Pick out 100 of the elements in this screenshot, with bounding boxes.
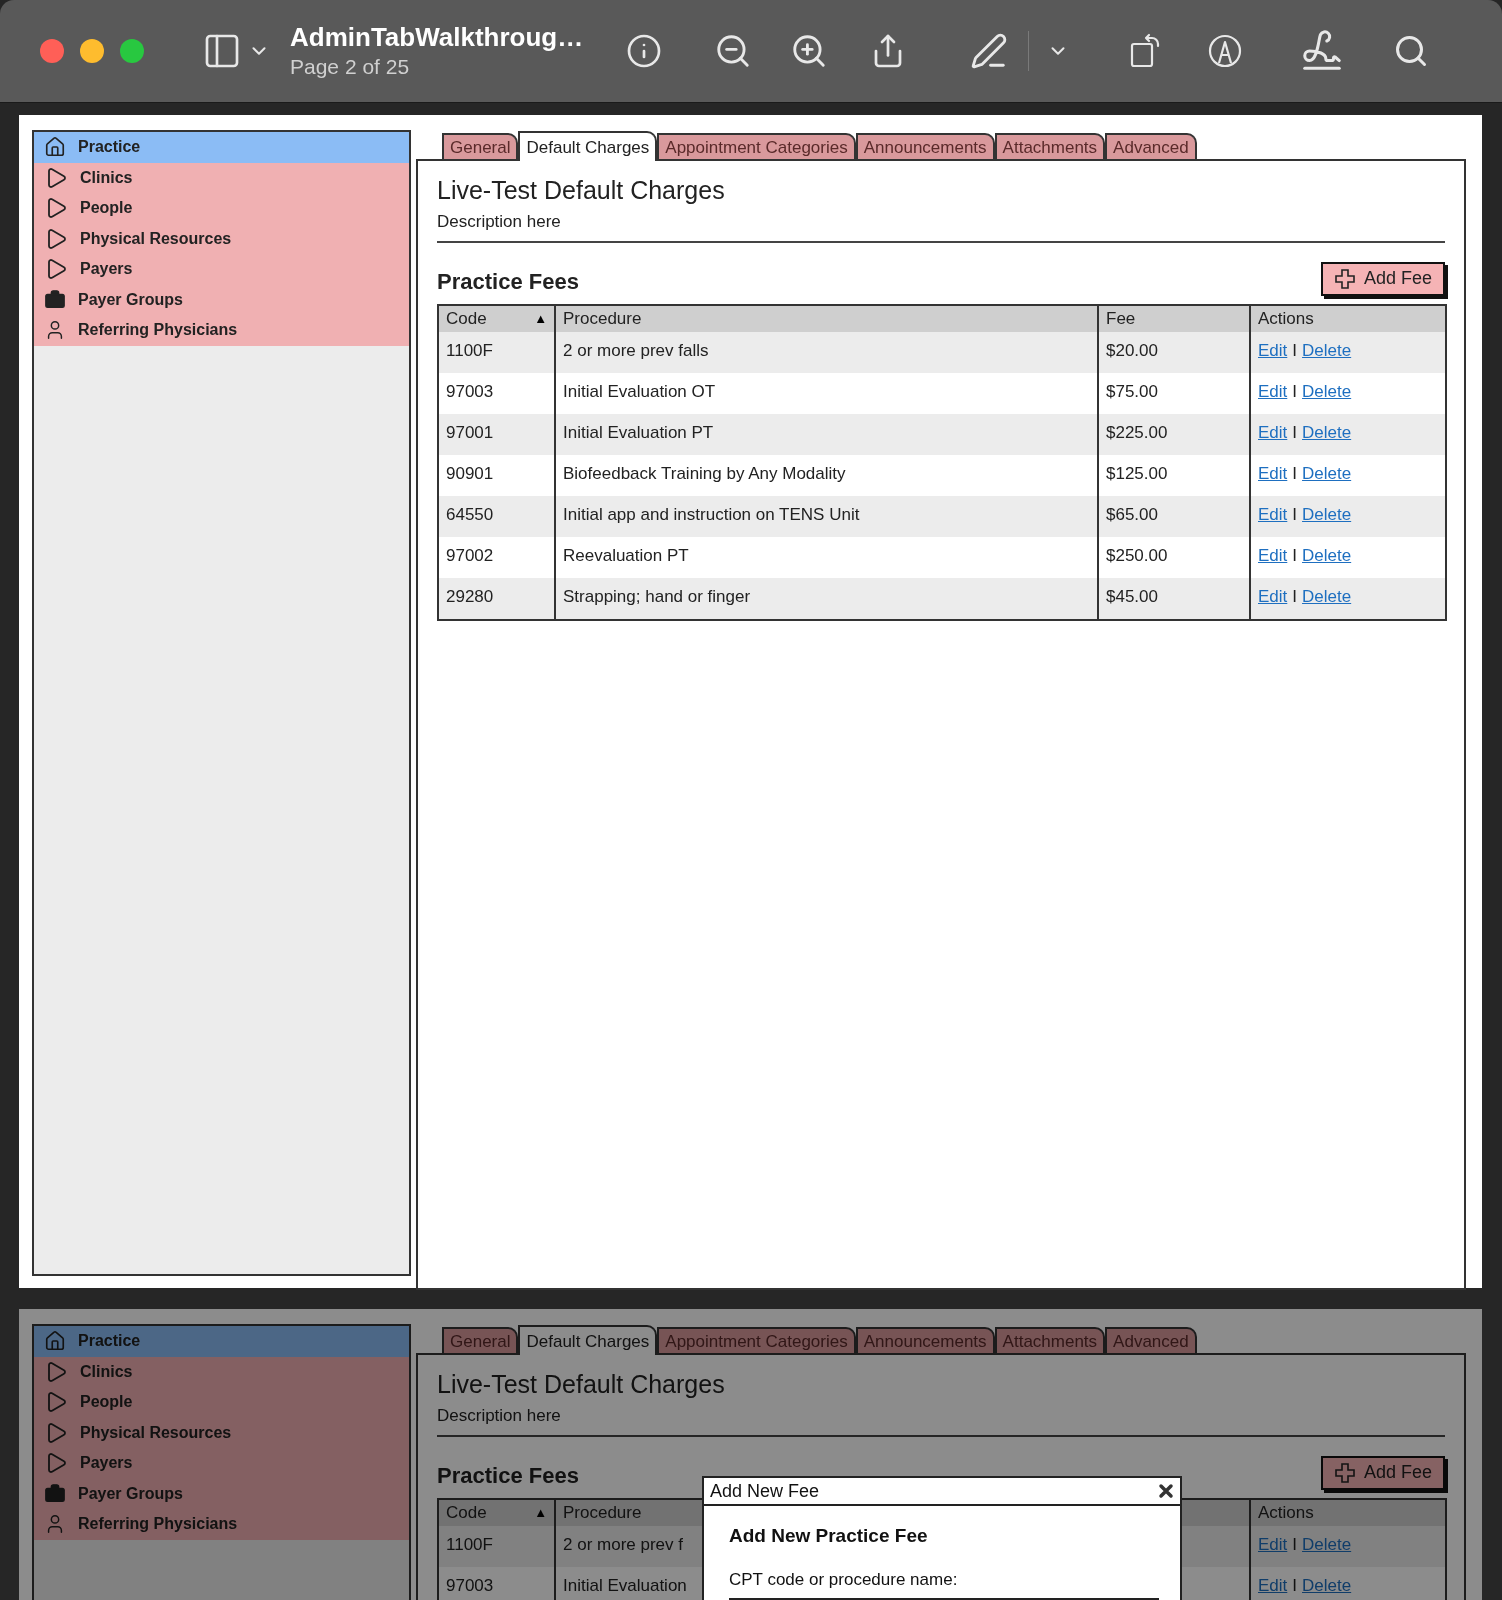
minimize-window-button[interactable] [80,39,104,63]
table-cell: $20.00 [1106,340,1158,360]
tab[interactable]: General [442,1327,519,1353]
sidebar-item[interactable]: Clinics [34,162,409,193]
sidebar-item[interactable]: People [34,193,409,224]
table-cell: $75.00 [1106,381,1158,401]
tab[interactable]: Announcements [855,1327,995,1353]
separator-text: I [1292,380,1298,403]
pen-icon[interactable] [970,32,1008,70]
sidebar-item[interactable]: Referring Physicians [34,1509,409,1540]
home-icon [44,1330,66,1353]
tab[interactable]: Default Charges [518,1325,658,1355]
edit-link[interactable]: Edit [1258,378,1288,404]
sort-indicator-icon: ▲ [534,1502,547,1523]
separator-text: I [1292,1574,1298,1597]
delete-link[interactable]: Delete [1302,1531,1352,1557]
briefcase-icon [44,288,66,311]
tab[interactable]: Advanced [1105,1327,1197,1353]
briefcase-icon [44,1482,66,1505]
column-header[interactable]: Fee [1106,305,1136,332]
delete-link[interactable]: Delete [1302,501,1352,527]
sidebar-item[interactable]: Practice [34,1326,409,1357]
edit-link[interactable]: Edit [1258,1531,1288,1557]
delete-link[interactable]: Delete [1302,583,1352,609]
separator-text: I [1292,1533,1298,1556]
sidebar-item[interactable]: Physical Resources [34,1417,409,1448]
table-cell: Strapping; hand or finger [563,586,751,606]
tab[interactable]: Attachments [994,1327,1106,1353]
table-cell: 2 or more prev f [563,1534,683,1554]
delete-link[interactable]: Delete [1302,1572,1352,1598]
separator-text: I [1292,585,1298,608]
zoom-out-icon[interactable] [714,32,752,70]
sidebar-item[interactable]: Payers [34,1448,409,1479]
edit-link[interactable]: Edit [1258,419,1288,445]
sidebar-item[interactable]: Practice [34,132,409,163]
tab[interactable]: Advanced [1105,133,1197,159]
table-cell: 64550 [446,504,494,524]
maximize-window-button[interactable] [120,39,144,63]
delete-link[interactable]: Delete [1302,542,1352,568]
table-cell: $250.00 [1106,545,1168,565]
sidebar-item[interactable]: Referring Physicians [34,315,409,346]
tab[interactable]: Attachments [994,133,1106,159]
table-cell: $225.00 [1106,422,1168,442]
field-label: CPT code or procedure name: [729,1568,959,1591]
column-header[interactable]: Procedure [563,1499,642,1526]
document-title: AdminTabWalkthroug… [290,21,585,53]
table-cell: Initial Evaluation OT [563,381,716,401]
markup-icon[interactable] [1207,33,1243,69]
sidebar-item[interactable]: Payer Groups [34,284,409,315]
section-title: Practice Fees [437,267,579,296]
column-header[interactable]: Actions [1258,305,1314,332]
separator-text: I [1292,421,1298,444]
table-cell: Reevaluation PT [563,545,689,565]
tab[interactable]: Announcements [855,133,995,159]
plus-icon [1333,267,1356,290]
table-cell: Initial Evaluation [563,1575,687,1595]
column-header[interactable]: Code [446,305,487,332]
table-cell: 29280 [446,586,494,606]
edit-link[interactable]: Edit [1258,1572,1288,1598]
table-cell: 97003 [446,381,494,401]
table-cell: $65.00 [1106,504,1158,524]
delete-link[interactable]: Delete [1302,337,1352,363]
edit-link[interactable]: Edit [1258,460,1288,486]
description-text: Description here [437,1405,562,1427]
add-fee-button[interactable]: Add Fee [1321,261,1445,296]
page-indicator: Page 2 of 25 [290,54,411,80]
sidebar-item[interactable]: Payer Groups [34,1478,409,1509]
delete-link[interactable]: Delete [1302,378,1352,404]
page-heading: Live-Test Default Charges [437,1369,726,1400]
edit-link[interactable]: Edit [1258,583,1288,609]
edit-link[interactable]: Edit [1258,501,1288,527]
sort-indicator-icon: ▲ [534,308,547,329]
table-cell: Initial Evaluation PT [563,422,714,442]
table-cell: Biofeedback Training by Any Modality [563,463,846,483]
sidebar-item[interactable]: Clinics [34,1356,409,1387]
close-icon[interactable] [1158,1483,1174,1499]
sidebar-item[interactable]: Payers [34,254,409,285]
tab[interactable]: Appointment Categories [657,1327,856,1353]
search-icon[interactable] [1393,33,1429,69]
info-icon[interactable] [626,33,662,69]
add-fee-button[interactable]: Add Fee [1321,1455,1445,1490]
column-header[interactable]: Code [446,1499,487,1526]
column-header[interactable]: Actions [1258,1499,1314,1526]
column-header[interactable]: Procedure [563,305,642,332]
edit-link[interactable]: Edit [1258,542,1288,568]
sidebar-item[interactable]: Physical Resources [34,223,409,254]
zoom-in-icon[interactable] [790,32,828,70]
tab[interactable]: Appointment Categories [657,133,856,159]
table-cell: 2 or more prev falls [563,340,709,360]
tab[interactable]: Default Charges [518,131,658,161]
section-title: Practice Fees [437,1461,579,1490]
tab[interactable]: General [442,133,519,159]
dialog-title: Add New Fee [710,1479,820,1503]
edit-link[interactable]: Edit [1258,337,1288,363]
delete-link[interactable]: Delete [1302,460,1352,486]
sidebar-item[interactable]: People [34,1387,409,1418]
table-cell: 1100F [446,1534,493,1554]
table-cell: 1100F [446,340,493,360]
delete-link[interactable]: Delete [1302,419,1352,445]
separator-text: I [1292,462,1298,485]
